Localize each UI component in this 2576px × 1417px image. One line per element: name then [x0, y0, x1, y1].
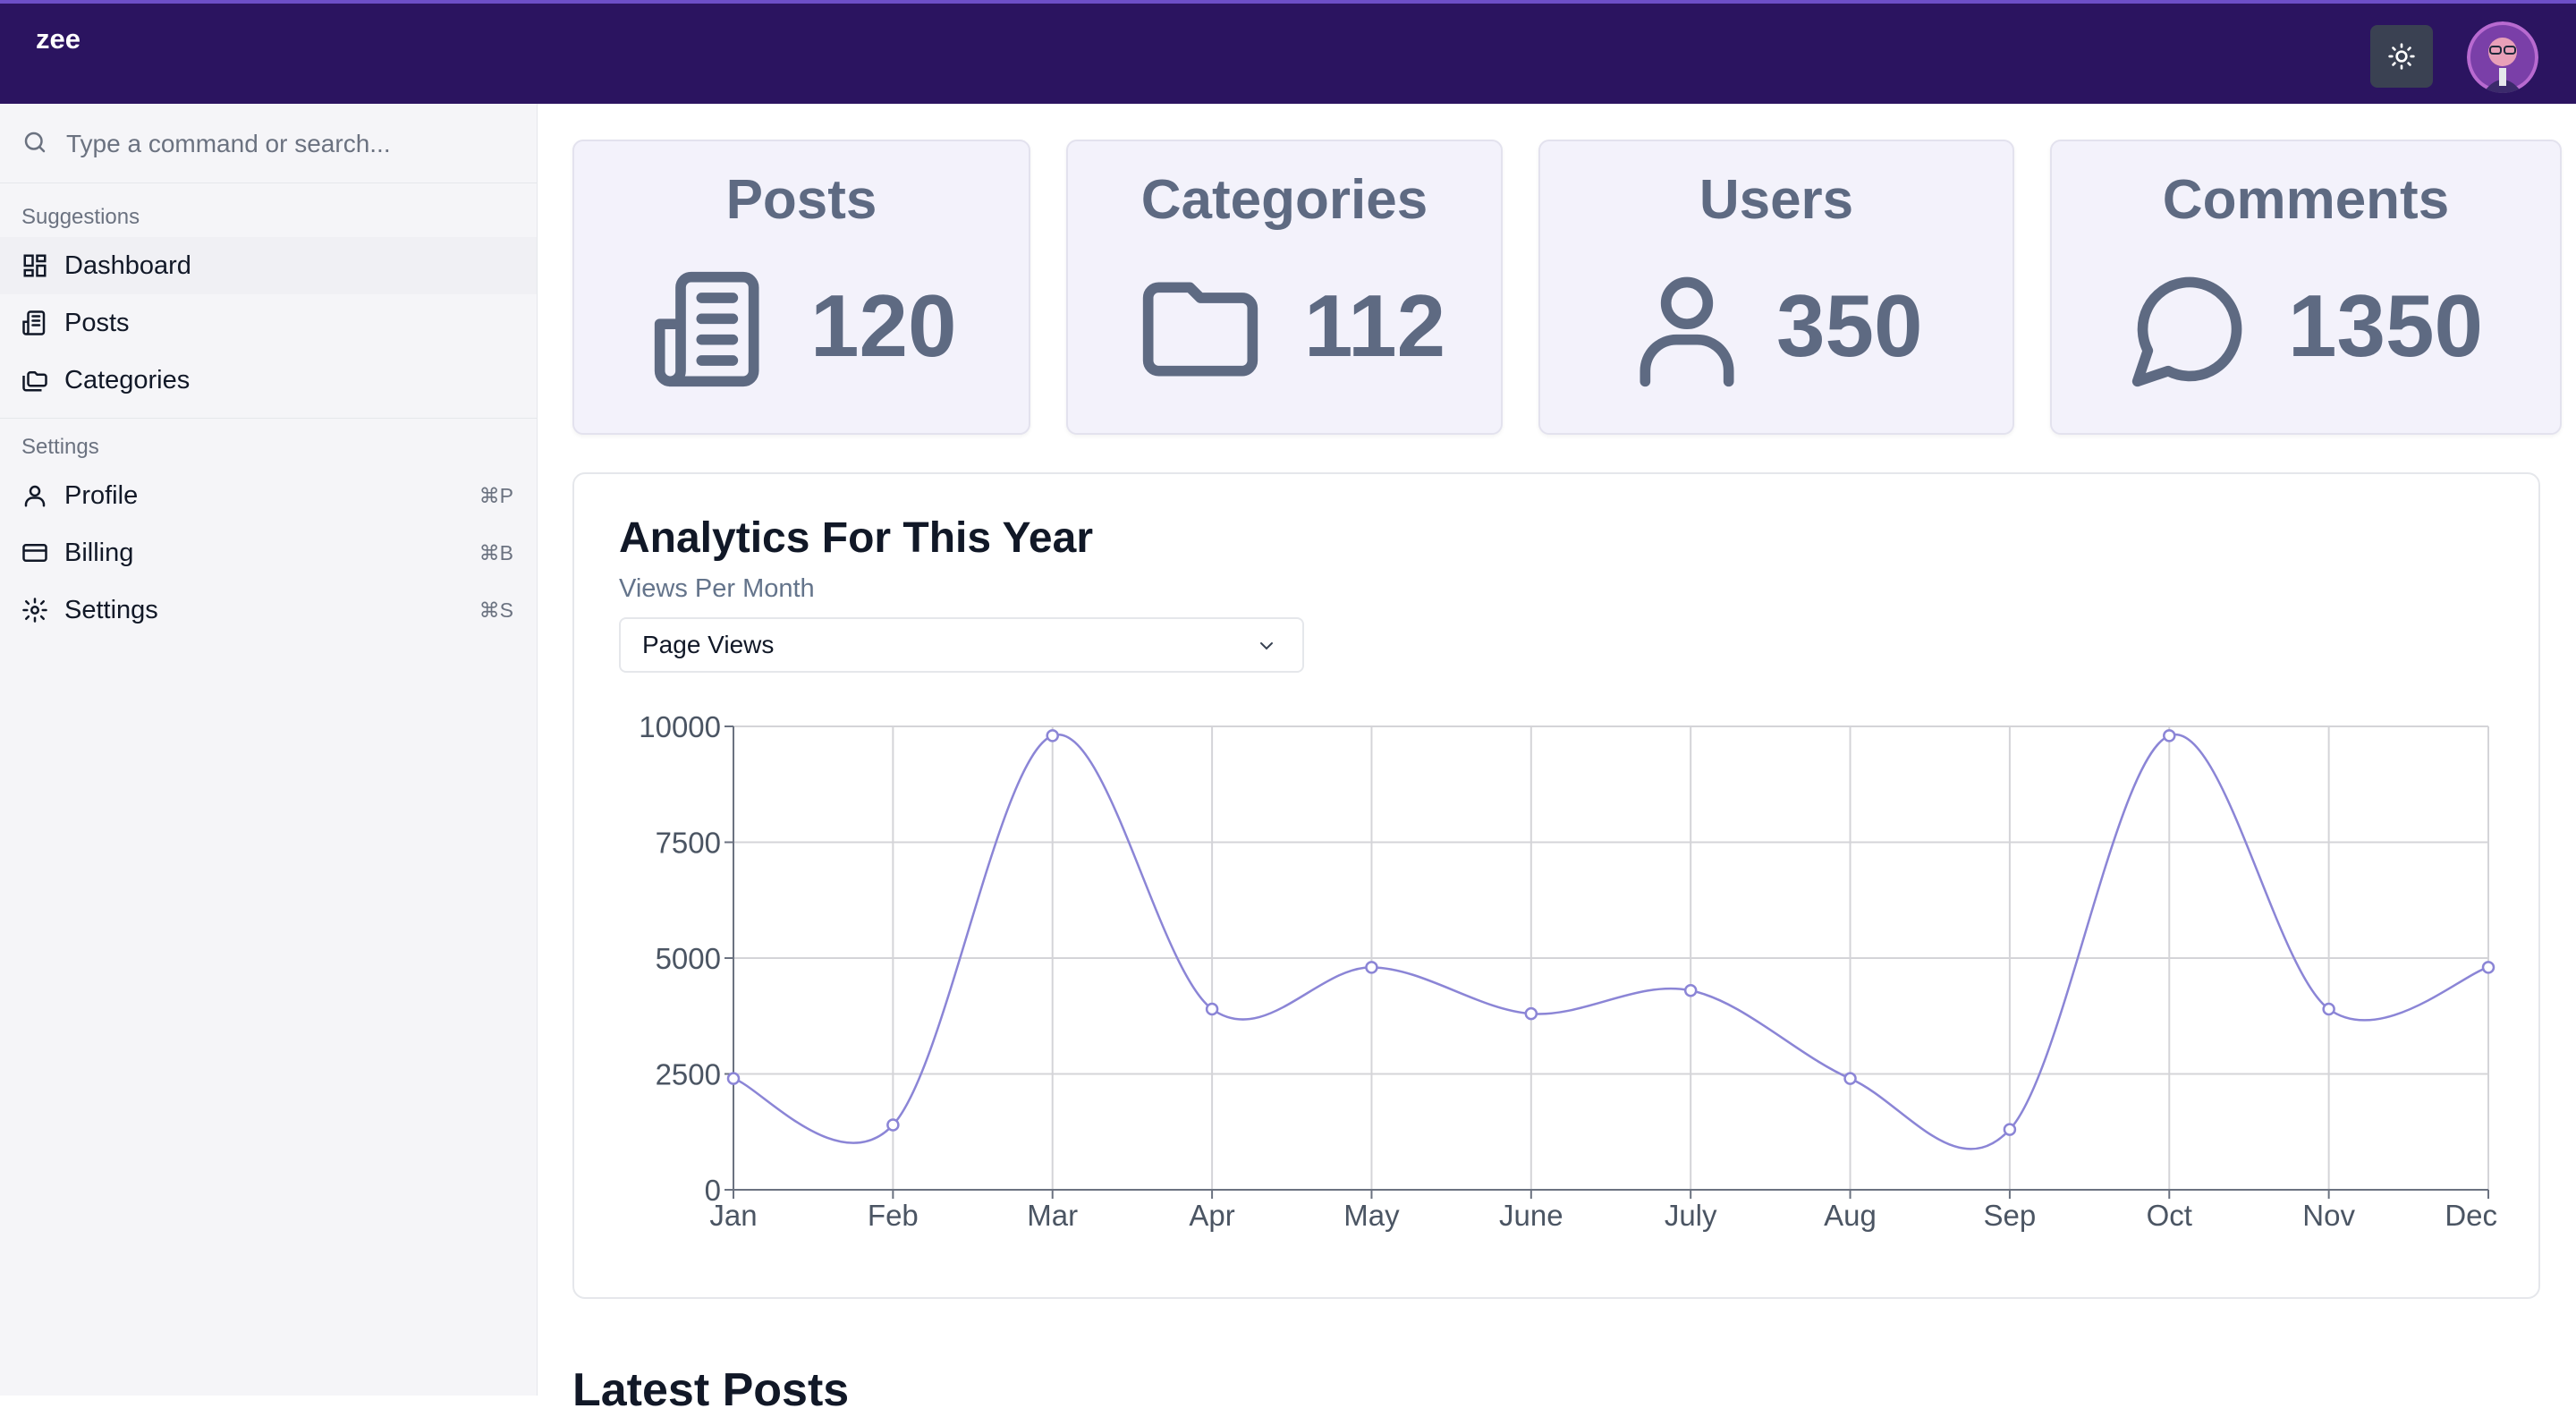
sidebar-item-label: Profile	[64, 480, 139, 510]
stat-title: Categories	[1140, 169, 1428, 231]
message-circle-icon	[2131, 276, 2242, 387]
data-point	[1205, 1002, 1219, 1016]
x-tick-label: Nov	[2302, 1199, 2355, 1232]
sidebar-item-profile[interactable]: Profile ⌘P	[0, 467, 537, 524]
sun-icon	[2388, 43, 2415, 70]
x-tick-label: Dec	[2445, 1199, 2497, 1232]
data-point	[886, 1118, 900, 1132]
search-icon	[24, 132, 46, 153]
sidebar-item-label: Settings	[64, 595, 158, 624]
stat-title: Posts	[725, 169, 877, 231]
sidebar-item-label: Posts	[64, 308, 130, 337]
shortcut-hint: ⌘B	[479, 540, 513, 564]
line-chart: 025005000750010000Jan Feb Mar Apr May June Jul…	[639, 710, 2497, 1232]
stat-value: 120	[810, 276, 957, 375]
x-tick-label: July	[1665, 1199, 1717, 1232]
x-tick-label: Feb	[868, 1199, 919, 1232]
sidebar-item-dashboard[interactable]: Dashboard	[0, 237, 537, 294]
data-point	[1843, 1072, 1857, 1085]
user-icon	[1640, 276, 1734, 387]
newspaper-icon	[654, 271, 759, 387]
x-tick-label: May	[1343, 1199, 1400, 1232]
data-point	[2003, 1123, 2017, 1136]
data-point	[2163, 729, 2176, 742]
x-tick-label: Jan	[709, 1199, 757, 1232]
analytics-card: Analytics For This Year Views Per Month …	[572, 472, 2540, 1299]
folder-icon	[1142, 282, 1258, 377]
y-tick-label: 10000	[639, 710, 721, 743]
theme-toggle-button[interactable]	[2370, 25, 2433, 88]
y-tick-label: 5000	[656, 942, 721, 975]
data-point	[1365, 961, 1378, 974]
stat-title: Users	[1699, 169, 1854, 231]
sidebar-item-posts[interactable]: Posts	[0, 294, 537, 352]
top-bar: zee	[0, 0, 2576, 104]
y-tick-label: 7500	[656, 827, 721, 860]
stat-card-categories[interactable]: Categories 112	[1066, 140, 1503, 435]
x-tick-label: Oct	[2147, 1199, 2192, 1232]
data-point	[2322, 1002, 2335, 1016]
shortcut-hint: ⌘S	[479, 598, 513, 622]
x-tick-label: Apr	[1189, 1199, 1234, 1232]
x-tick-label: June	[1499, 1199, 1563, 1232]
newspaper-icon	[21, 309, 50, 337]
suggestions-heading: Suggestions	[21, 205, 140, 229]
stat-value: 112	[1304, 276, 1446, 375]
data-point	[1524, 1006, 1538, 1021]
stat-value: 350	[1776, 276, 1923, 375]
sidebar: Suggestions Dashboard Posts Categories	[0, 104, 538, 1396]
shortcut-hint: ⌘P	[479, 483, 513, 507]
avatar[interactable]	[2467, 21, 2538, 93]
sidebar-item-label: Categories	[64, 365, 191, 395]
latest-posts-heading: Latest Posts	[572, 1364, 850, 1416]
divider	[0, 418, 537, 419]
sidebar-item-label: Billing	[64, 538, 134, 567]
user-icon	[21, 481, 50, 510]
sidebar-item-categories[interactable]: Categories	[0, 352, 537, 409]
stat-title: Comments	[2162, 169, 2450, 231]
data-point	[1683, 984, 1698, 997]
x-tick-label: Aug	[1824, 1199, 1877, 1232]
sidebar-item-label: Dashboard	[64, 250, 191, 280]
x-tick-label: Mar	[1027, 1199, 1078, 1232]
sidebar-item-billing[interactable]: Billing ⌘B	[0, 524, 537, 581]
sidebar-item-settings[interactable]: Settings ⌘S	[0, 581, 537, 639]
gear-icon	[21, 596, 50, 624]
settings-heading: Settings	[21, 435, 99, 459]
data-point	[726, 1072, 741, 1085]
command-search	[0, 104, 537, 183]
x-tick-label: Sep	[1984, 1199, 2037, 1232]
data-point	[2481, 961, 2496, 974]
series-line	[733, 733, 2489, 1150]
dashboard-icon	[21, 251, 50, 280]
stat-value: 1350	[2288, 276, 2484, 375]
stat-card-users[interactable]: Users 350	[1538, 140, 2014, 435]
data-point	[1046, 729, 1059, 742]
stat-card-comments[interactable]: Comments 1350	[2050, 140, 2562, 435]
folders-icon	[21, 366, 50, 395]
search-input[interactable]	[64, 120, 515, 168]
y-tick-label: 2500	[656, 1058, 721, 1091]
brand-logo[interactable]: zee	[36, 23, 80, 55]
stat-card-posts[interactable]: Posts 120	[572, 140, 1030, 435]
credit-card-icon	[21, 539, 50, 567]
